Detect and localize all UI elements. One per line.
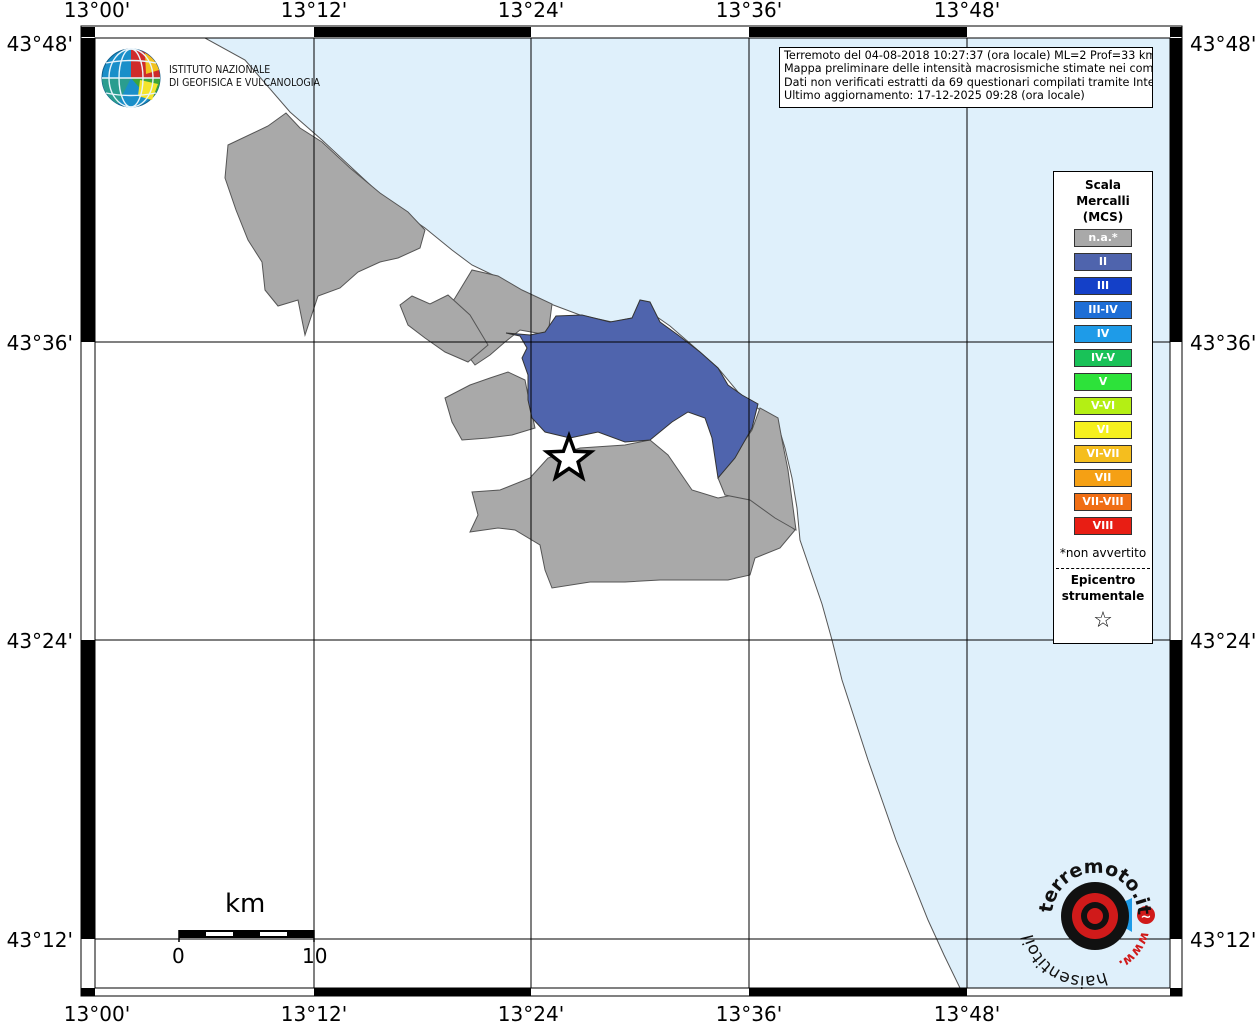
ingv-globe-icon xyxy=(101,48,161,108)
legend-swatch: IV xyxy=(1074,325,1132,343)
border-bottom-seg-2 xyxy=(314,988,531,996)
border-top-seg-3 xyxy=(749,27,967,37)
lat-label-left-1: 43°48' xyxy=(7,32,73,56)
legend-swatch: VI-VII xyxy=(1074,445,1132,463)
ingv-logo-text: ISTITUTO NAZIONALE DI GEOFISICA E VULCAN… xyxy=(169,64,320,90)
legend-epicenter-label: Epicentro strumentale xyxy=(1054,572,1152,604)
lat-label-left-3: 43°24' xyxy=(7,629,73,653)
border-left-seg-2 xyxy=(81,640,95,939)
legend-title: Scala Mercalli (MCS) xyxy=(1054,177,1152,225)
info-line-event: Terremoto del 04-08-2018 10:27:37 (ora l… xyxy=(784,49,1153,62)
legend-swatch: III-IV xyxy=(1074,301,1132,319)
legend-swatch: V-VI xyxy=(1074,397,1132,415)
info-line-data: Dati non verificati estratti da 69 quest… xyxy=(784,75,1153,89)
legend-item: IV xyxy=(1054,325,1152,349)
border-left-seg-1 xyxy=(81,38,95,342)
legend-swatch: VIII xyxy=(1074,517,1132,535)
legend-title-line3: (MCS) xyxy=(1082,210,1124,224)
legend-item: VI-VII xyxy=(1054,445,1152,469)
scale-end-label: 10 xyxy=(302,944,328,968)
info-line-map: Mappa preliminare delle intensità macros… xyxy=(784,62,1153,76)
legend-epicenter-line1: Epicentro xyxy=(1070,573,1136,587)
legend-swatch: III xyxy=(1074,277,1132,295)
legend-swatch: II xyxy=(1074,253,1132,271)
lon-label-top-2: 13°12' xyxy=(281,0,347,22)
legend-swatch: VI xyxy=(1074,421,1132,439)
scale-start-label: 0 xyxy=(172,944,185,968)
legend-title-line1: Scala xyxy=(1084,178,1122,192)
ingv-logo-line2: DI GEOFISICA E VULCANOLOGIA xyxy=(169,77,321,89)
info-line-updated: Ultimo aggiornamento: 17-12-2025 09:28 (… xyxy=(784,89,1085,103)
legend: Scala Mercalli (MCS) n.a.* II III III-IV IV I… xyxy=(1053,171,1153,644)
lat-label-right-4: 43°12' xyxy=(1190,928,1255,952)
legend-item: IV-V xyxy=(1054,349,1152,373)
legend-item: VII xyxy=(1054,469,1152,493)
border-bottom-seg-1 xyxy=(81,988,95,996)
lon-label-top-1: 13°00' xyxy=(64,0,130,22)
lon-label-top-5: 13°48' xyxy=(934,0,1000,22)
legend-swatch: V xyxy=(1074,373,1132,391)
scale-unit-label: km xyxy=(225,889,266,919)
legend-swatch: IV-V xyxy=(1074,349,1132,367)
legend-item: VI xyxy=(1054,421,1152,445)
lon-label-bottom-2: 13°12' xyxy=(281,1002,347,1024)
ingv-logo-line1: ISTITUTO NAZIONALE xyxy=(169,64,271,76)
legend-item: II xyxy=(1054,253,1152,277)
legend-star-icon: ☆ xyxy=(1093,608,1113,633)
border-top-seg-1 xyxy=(81,27,95,37)
border-right-seg-1 xyxy=(1170,38,1182,342)
lon-label-top-3: 13°24' xyxy=(498,0,564,22)
lon-label-bottom-1: 13°00' xyxy=(64,1002,130,1024)
lat-label-right-2: 43°36' xyxy=(1190,331,1255,355)
lon-label-top-4: 13°36' xyxy=(716,0,782,22)
info-box: Terremoto del 04-08-2018 10:27:37 (ora l… xyxy=(779,47,1153,108)
lon-label-bottom-5: 13°48' xyxy=(934,1002,1000,1024)
legend-item: III xyxy=(1054,277,1152,301)
legend-swatch: VII-VIII xyxy=(1074,493,1132,511)
legend-title-line2: Mercalli xyxy=(1076,194,1130,208)
legend-item: VII-VIII xyxy=(1054,493,1152,517)
legend-swatch: VII xyxy=(1074,469,1132,487)
legend-note: *non avvertito xyxy=(1059,546,1147,560)
lat-label-left-4: 43°12' xyxy=(7,928,73,952)
legend-swatch: n.a.* xyxy=(1074,229,1132,247)
border-right-seg-2 xyxy=(1170,640,1182,939)
legend-epicenter-line2: strumentale xyxy=(1061,589,1145,603)
legend-items: n.a.* II III III-IV IV IV-V V V-VI VI VI-VII VII VI… xyxy=(1054,229,1152,541)
border-top-seg-4 xyxy=(1170,27,1182,37)
lon-label-bottom-4: 13°36' xyxy=(716,1002,782,1024)
legend-item: n.a.* xyxy=(1054,229,1152,253)
border-top-seg-2 xyxy=(314,27,531,37)
border-bottom-seg-3 xyxy=(749,988,967,996)
lat-label-left-2: 43°36' xyxy=(7,331,73,355)
legend-item: V-VI xyxy=(1054,397,1152,421)
lat-label-right-1: 43°48' xyxy=(1190,32,1255,56)
legend-item: VIII xyxy=(1054,517,1152,541)
lon-label-bottom-3: 13°24' xyxy=(498,1002,564,1024)
legend-divider xyxy=(1056,568,1150,569)
border-bottom-seg-4 xyxy=(1170,988,1182,996)
legend-item: V xyxy=(1054,373,1152,397)
lat-label-right-3: 43°24' xyxy=(1190,629,1255,653)
legend-item: III-IV xyxy=(1054,301,1152,325)
